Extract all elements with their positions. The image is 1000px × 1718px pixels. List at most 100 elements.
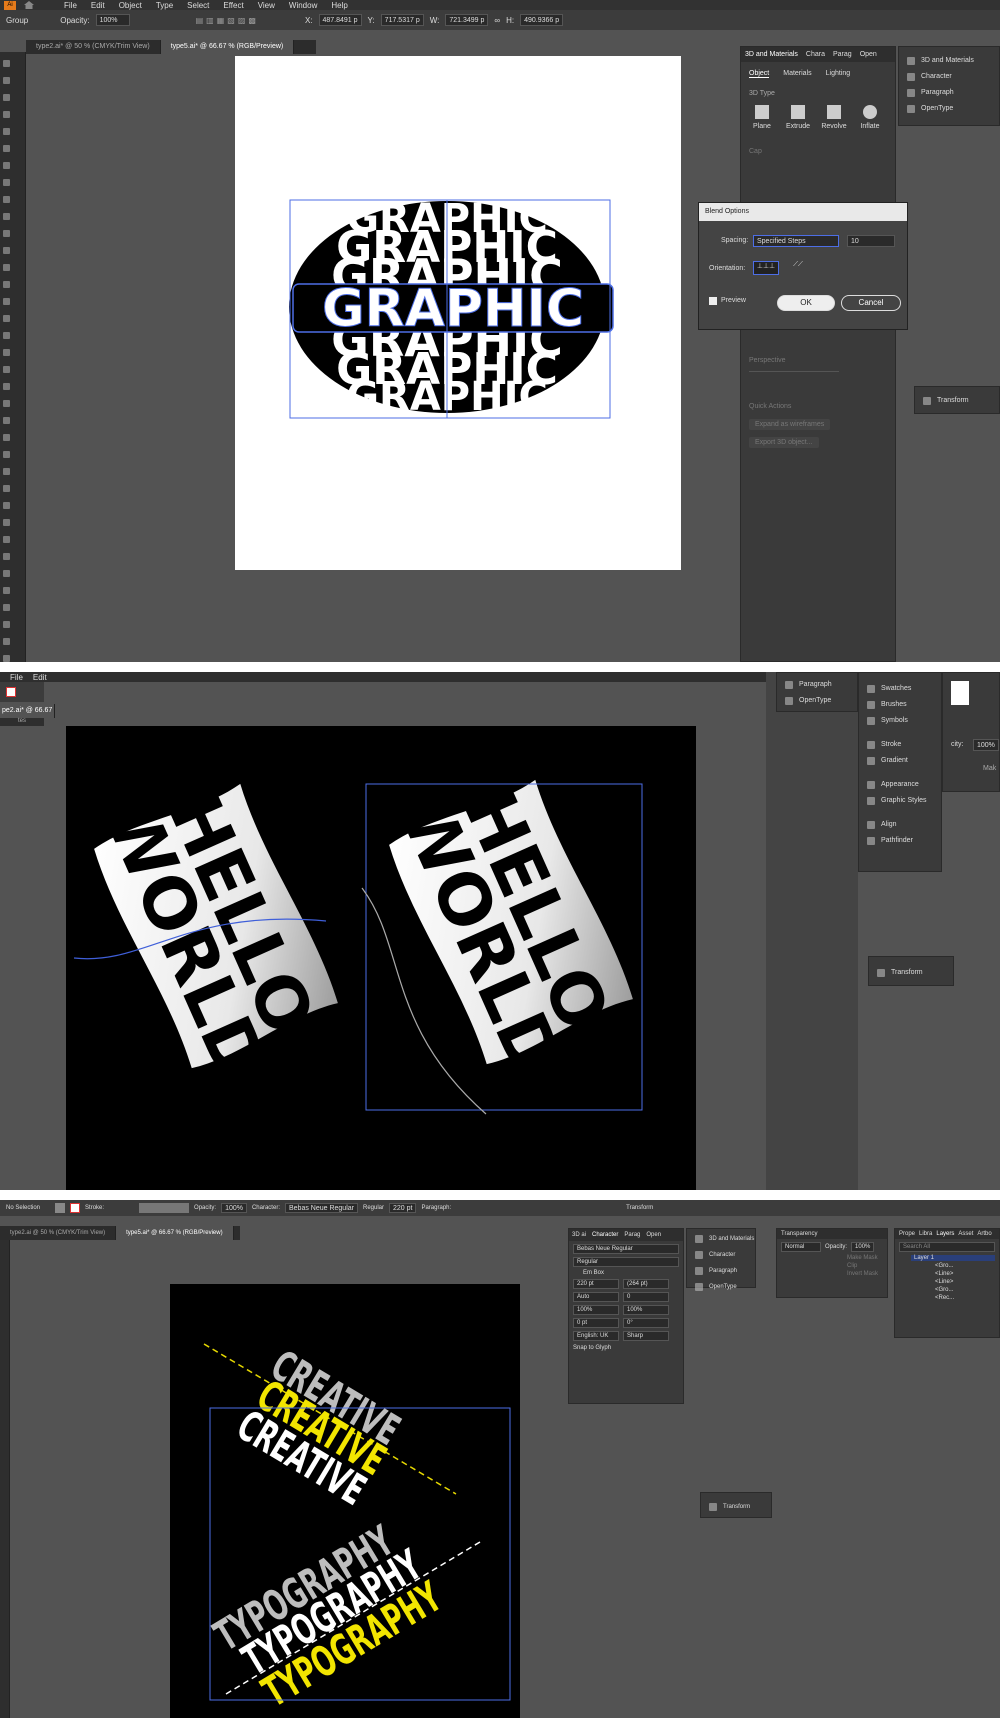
ok-button[interactable]: OK (777, 295, 835, 311)
make-mask-button[interactable]: Mak (983, 765, 996, 772)
layer-item[interactable]: <Rec... (935, 1295, 995, 1301)
menu-view[interactable]: View (258, 1, 275, 10)
font-field[interactable]: Bebas Neue Regular (284, 1203, 358, 1213)
layer-1-row[interactable]: Layer 1 (911, 1255, 995, 1261)
preview-checkbox[interactable] (709, 297, 717, 305)
dock-3d-materials[interactable]: 3D and Materials (899, 53, 999, 69)
subtab-lighting[interactable]: Lighting (826, 70, 851, 78)
dock-opentype[interactable]: OpenType (687, 1279, 755, 1295)
dock-symbols[interactable]: Symbols (859, 713, 941, 729)
stroke-swatch-icon[interactable] (70, 1203, 81, 1213)
dock-paragraph[interactable]: Paragraph (687, 1263, 755, 1279)
layer-item[interactable]: <Line> (935, 1279, 995, 1285)
antialias-field[interactable]: Sharp (623, 1331, 669, 1341)
menu-select[interactable]: Select (187, 1, 209, 10)
inflate-button[interactable]: Inflate (857, 105, 883, 130)
clip-checkbox[interactable]: Clip (847, 1263, 887, 1269)
subtab-object[interactable]: Object (749, 70, 770, 78)
tool-icons[interactable] (0, 52, 25, 662)
menu-window[interactable]: Window (289, 1, 317, 10)
horizontal-scale-field[interactable]: 100% (623, 1305, 669, 1315)
tab-type2[interactable]: pe2.ai* @ 66.67 (0, 704, 56, 718)
tab-assets[interactable]: Asset (958, 1231, 973, 1237)
tab-3d[interactable]: 3D ai (572, 1232, 586, 1238)
layer-item[interactable]: <Gro... (935, 1263, 995, 1269)
invert-mask-checkbox[interactable]: Invert Mask (847, 1271, 887, 1277)
make-mask-button[interactable]: Make Mask (847, 1255, 887, 1261)
subtab-materials[interactable]: Materials (783, 70, 811, 78)
blend-mode-field[interactable]: Normal (781, 1242, 821, 1252)
dock-align[interactable]: Align (859, 817, 941, 833)
hello-world-artwork[interactable]: HELLO WORLD HELLO WORLD (66, 726, 696, 1190)
align-to-page-icon[interactable]: ⊥⊥⊥ (753, 261, 779, 275)
plane-button[interactable]: Plane (749, 105, 775, 130)
tab-parag[interactable]: Parag (833, 51, 852, 58)
menu-file[interactable]: File (10, 673, 23, 682)
export-button[interactable]: Export 3D object... (749, 437, 819, 448)
opacity-field[interactable]: 100% (851, 1242, 875, 1252)
transform-label[interactable]: Transform (915, 393, 999, 409)
kerning-field[interactable]: Auto (573, 1292, 619, 1302)
leading-field[interactable]: (264 pt) (623, 1279, 669, 1289)
extrude-button[interactable]: Extrude (785, 105, 811, 130)
tab-artboards[interactable]: Artbo (977, 1231, 991, 1237)
x-field[interactable]: 487.8491 p (318, 14, 362, 26)
dock-graphic-styles[interactable]: Graphic Styles (859, 793, 941, 809)
dock-swatches[interactable]: Swatches (859, 681, 941, 697)
brush-preview[interactable] (139, 1203, 190, 1213)
style-field[interactable]: Regular (363, 1205, 384, 1211)
layer-item[interactable]: <Line> (935, 1271, 995, 1277)
transform-label[interactable]: Transform (701, 1499, 771, 1515)
baseline-field[interactable]: 0 pt (573, 1318, 619, 1328)
dock-opentype[interactable]: OpenType (777, 693, 857, 709)
menu-object[interactable]: Object (119, 1, 142, 10)
fill-swatch-icon[interactable] (6, 687, 16, 697)
tab-open[interactable]: Open (860, 51, 877, 58)
dock-opentype[interactable]: OpenType (899, 101, 999, 117)
tab-type2[interactable]: type2.ai* @ 50 % (CMYK/Trim View) (26, 40, 161, 54)
dock-paragraph[interactable]: Paragraph (777, 677, 857, 693)
cancel-button[interactable]: Cancel (841, 295, 901, 311)
font-family-field[interactable]: Bebas Neue Regular (573, 1244, 679, 1254)
tools-panel[interactable] (0, 1240, 10, 1718)
language-field[interactable]: English: UK (573, 1331, 619, 1341)
dock-3d-materials[interactable]: 3D and Materials (687, 1231, 755, 1247)
spacing-select[interactable]: Specified Steps (753, 235, 839, 247)
perspective-slider[interactable] (749, 371, 839, 372)
transform-link[interactable]: Transform (626, 1205, 653, 1211)
tab-type2[interactable]: type2.ai @ 50 % (CMYK/Trim View) (0, 1226, 117, 1240)
tab-chara[interactable]: Chara (806, 51, 825, 58)
tracking-field[interactable]: 0 (623, 1292, 669, 1302)
size-field[interactable]: 220 pt (389, 1203, 417, 1213)
dock-gradient[interactable]: Gradient (859, 753, 941, 769)
font-size-field[interactable]: 220 pt (573, 1279, 619, 1289)
opacity-field[interactable]: 100% (95, 14, 130, 26)
graphic-blend-artwork[interactable]: GRAPHIC GRAPHIC GRAPHIC GRAPHIC GRAPHIC … (235, 56, 681, 570)
revolve-button[interactable]: Revolve (821, 105, 847, 130)
rotation-field[interactable]: 0° (623, 1318, 669, 1328)
y-field[interactable]: 717.5317 p (380, 14, 424, 26)
tab-parag[interactable]: Parag (624, 1232, 640, 1238)
dock-pathfinder[interactable]: Pathfinder (859, 833, 941, 849)
tab-libraries[interactable]: Libra (919, 1231, 932, 1237)
align-to-path-icon[interactable]: ⟋⟋ (785, 261, 811, 275)
tab-layers[interactable]: Layers (936, 1231, 954, 1237)
menu-help[interactable]: Help (331, 1, 347, 10)
opacity-field[interactable]: 100% (221, 1203, 247, 1213)
h-field[interactable]: 490.9366 p (520, 14, 564, 26)
em-box-field[interactable]: Em Box (583, 1270, 669, 1276)
dock-paragraph[interactable]: Paragraph (899, 85, 999, 101)
menu-file[interactable]: File (64, 1, 77, 10)
tab-type5[interactable]: type5.ai* @ 66.67 % (RGB/Preview) (160, 40, 295, 54)
menu-edit[interactable]: Edit (33, 673, 47, 682)
menu-effect[interactable]: Effect (223, 1, 243, 10)
tab-open[interactable]: Open (646, 1232, 661, 1238)
dock-brushes[interactable]: Brushes (859, 697, 941, 713)
dock-character[interactable]: Character (687, 1247, 755, 1263)
link-icon[interactable]: ∞ (494, 16, 500, 25)
vertical-scale-field[interactable]: 100% (573, 1305, 619, 1315)
expand-button[interactable]: Expand as wireframes (749, 419, 831, 430)
creative-typography-artwork[interactable]: CREATIVE CREATIVE CREATIVE TYPOGRAPHY TY… (170, 1284, 520, 1718)
font-style-field[interactable]: Regular (573, 1257, 679, 1267)
menu-edit[interactable]: Edit (91, 1, 105, 10)
